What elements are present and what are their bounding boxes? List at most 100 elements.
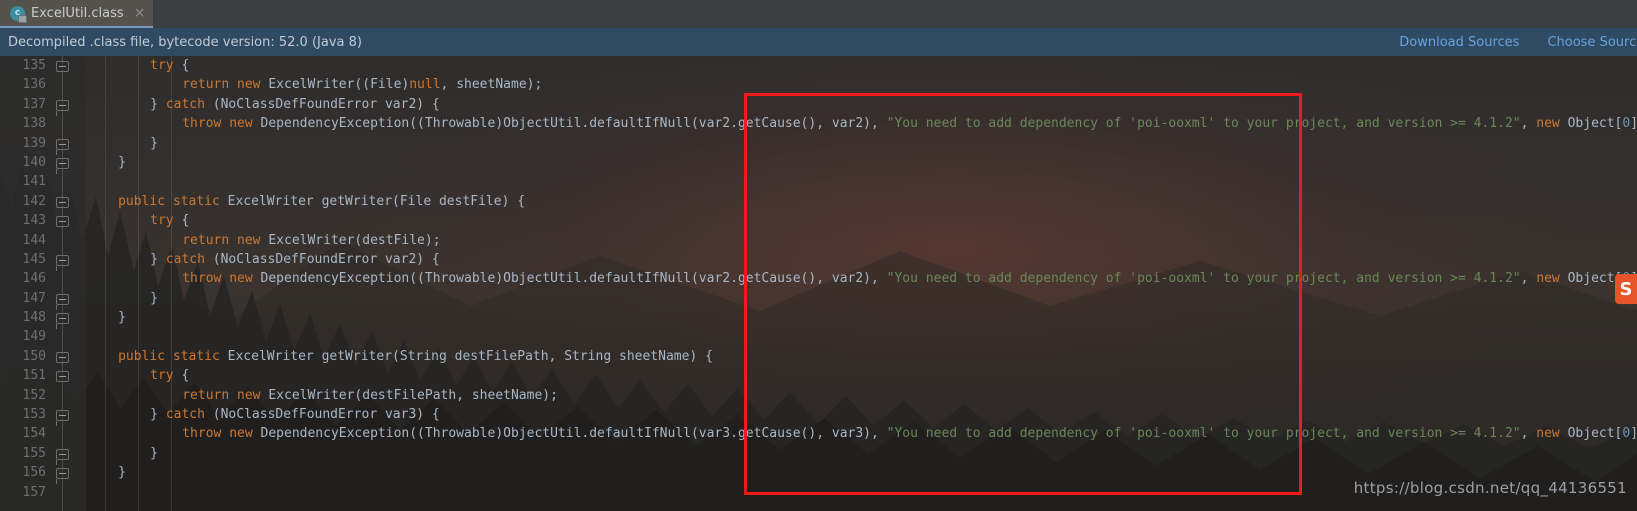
fold-toggle-icon[interactable]: [56, 254, 69, 271]
code-line[interactable]: 143 try {: [0, 211, 1637, 230]
fold-toggle-icon[interactable]: [56, 138, 69, 155]
code-token: ]);: [1630, 426, 1637, 441]
code-token: throw: [182, 426, 230, 442]
code-token: new: [1536, 426, 1568, 442]
download-sources-link[interactable]: Download Sources: [1399, 35, 1519, 50]
code-token: }: [150, 135, 158, 151]
choose-sources-link[interactable]: Choose Sources: [1547, 35, 1637, 50]
fold-toggle-icon[interactable]: [56, 351, 69, 363]
code-line[interactable]: 137 } catch (NoClassDefFoundError var2) {: [0, 95, 1637, 116]
code-line[interactable]: 141: [0, 172, 1637, 191]
code-token: new: [237, 232, 269, 248]
code-token: {: [181, 368, 190, 384]
code-line[interactable]: 151 try {: [0, 366, 1637, 385]
fold-toggle-icon[interactable]: [56, 293, 69, 310]
code-line[interactable]: 145} catch (NoClassDefFoundError var2) {: [0, 250, 1637, 271]
code-line[interactable]: 135 try {: [0, 56, 1637, 75]
code-token: new: [1536, 271, 1568, 287]
code-line[interactable]: 136 return new ExcelWriter((File)null, sh…: [0, 75, 1637, 94]
fold-toggle-icon[interactable]: [56, 157, 69, 174]
code-lines[interactable]: 135 try { 136 return new ExcelWriter((File)…: [0, 56, 1637, 502]
fold-toggle-icon[interactable]: [56, 371, 69, 383]
code-token: }: [150, 251, 166, 267]
code-token: ExcelWriter getWriter(String destFilePat…: [227, 348, 713, 364]
code-text: }: [118, 308, 126, 327]
fold-toggle-icon[interactable]: [56, 410, 69, 427]
code-text: return new ExcelWriter((File)null, sheet…: [182, 75, 542, 94]
code-text: throw new DependencyException((Throwable…: [182, 114, 1637, 133]
code-token: return: [182, 232, 238, 248]
orange-badge-icon[interactable]: S: [1615, 274, 1637, 304]
fold-toggle-icon[interactable]: [56, 216, 69, 228]
code-token: ,: [1520, 271, 1537, 287]
code-line[interactable]: 155}: [0, 444, 1637, 465]
code-text: return new ExcelWriter(destFilePath, she…: [182, 386, 558, 405]
code-line[interactable]: 152 return new ExcelWriter(destFilePath, …: [0, 386, 1637, 405]
code-line[interactable]: 153} catch (NoClassDefFoundError var3) {: [0, 405, 1637, 427]
line-number: 138: [22, 116, 46, 132]
line-number: 137: [22, 96, 46, 112]
code-token: try: [150, 58, 182, 73]
code-line[interactable]: 144 return new ExcelWriter(destFile);: [0, 231, 1637, 250]
code-token: throw: [182, 116, 230, 132]
code-token: }: [150, 96, 166, 112]
code-token: ,: [1520, 426, 1537, 442]
code-token: }: [150, 290, 158, 306]
code-line[interactable]: 146 throw new DependencyException((Throwa…: [0, 269, 1637, 288]
line-number: 136: [22, 77, 46, 93]
code-token: DependencyException((Throwable)ObjectUti…: [260, 116, 887, 132]
tab-label: ExcelUtil.class: [31, 5, 124, 21]
code-line[interactable]: 140}: [0, 153, 1637, 174]
code-line[interactable]: 142 public static ExcelWriter getWriter(F…: [0, 192, 1637, 211]
code-text: throw new DependencyException((Throwable…: [182, 269, 1637, 288]
line-number: 139: [22, 135, 46, 151]
code-line[interactable]: 138 throw new DependencyException((Throwa…: [0, 114, 1637, 133]
code-text: return new ExcelWriter(destFile);: [182, 231, 440, 250]
code-line[interactable]: 147}: [0, 289, 1637, 310]
line-number: 149: [22, 329, 46, 345]
code-token: "You need to add dependency of 'poi-ooxm…: [886, 271, 1521, 287]
code-text: }: [150, 134, 158, 153]
code-line[interactable]: 150 public static ExcelWriter getWriter(S…: [0, 347, 1637, 366]
code-token: new: [229, 116, 261, 132]
close-icon[interactable]: ×: [134, 5, 146, 21]
fold-toggle-icon[interactable]: [56, 61, 69, 72]
code-text: try {: [150, 366, 189, 385]
code-token: Object[: [1567, 116, 1623, 132]
fold-toggle-icon[interactable]: [56, 99, 69, 116]
code-token: }: [150, 445, 158, 461]
line-number: 157: [22, 484, 46, 500]
tab-excelutil-class[interactable]: c ExcelUtil.class ×: [0, 0, 154, 28]
fold-toggle-icon[interactable]: [56, 468, 69, 485]
code-token: new: [237, 387, 269, 403]
code-editor[interactable]: 135 try { 136 return new ExcelWriter((File)…: [0, 56, 1637, 511]
code-text: public static ExcelWriter getWriter(Stri…: [118, 347, 713, 366]
line-number: 142: [22, 193, 46, 209]
code-line[interactable]: 149: [0, 327, 1637, 346]
fold-toggle-icon[interactable]: [56, 448, 69, 465]
code-text: }: [150, 289, 158, 308]
line-number: 141: [22, 174, 46, 190]
code-text: }: [118, 153, 126, 172]
code-text: } catch (NoClassDefFoundError var2) {: [150, 95, 440, 114]
code-text: }: [150, 444, 158, 463]
code-token: new: [229, 271, 261, 287]
line-number: 155: [22, 445, 46, 461]
code-token: try: [150, 213, 182, 229]
code-line[interactable]: 148}: [0, 308, 1637, 330]
fold-toggle-icon[interactable]: [56, 313, 69, 330]
code-line[interactable]: 139}: [0, 134, 1637, 155]
code-token: DependencyException((Throwable)ObjectUti…: [260, 271, 887, 287]
code-token: null: [409, 77, 441, 93]
line-number: 148: [22, 310, 46, 326]
code-line[interactable]: 154 throw new DependencyException((Throwa…: [0, 424, 1637, 443]
code-token: catch: [165, 407, 213, 423]
code-token: ExcelWriter((File): [268, 77, 410, 93]
code-token: (NoClassDefFoundError var3) {: [212, 407, 440, 423]
line-number: 140: [22, 154, 46, 170]
editor-tab-bar: c ExcelUtil.class ×: [0, 0, 1637, 28]
notification-message: Decompiled .class file, bytecode version…: [8, 34, 362, 50]
code-token: try: [150, 368, 182, 384]
code-token: new: [229, 426, 261, 442]
fold-toggle-icon[interactable]: [56, 196, 69, 208]
